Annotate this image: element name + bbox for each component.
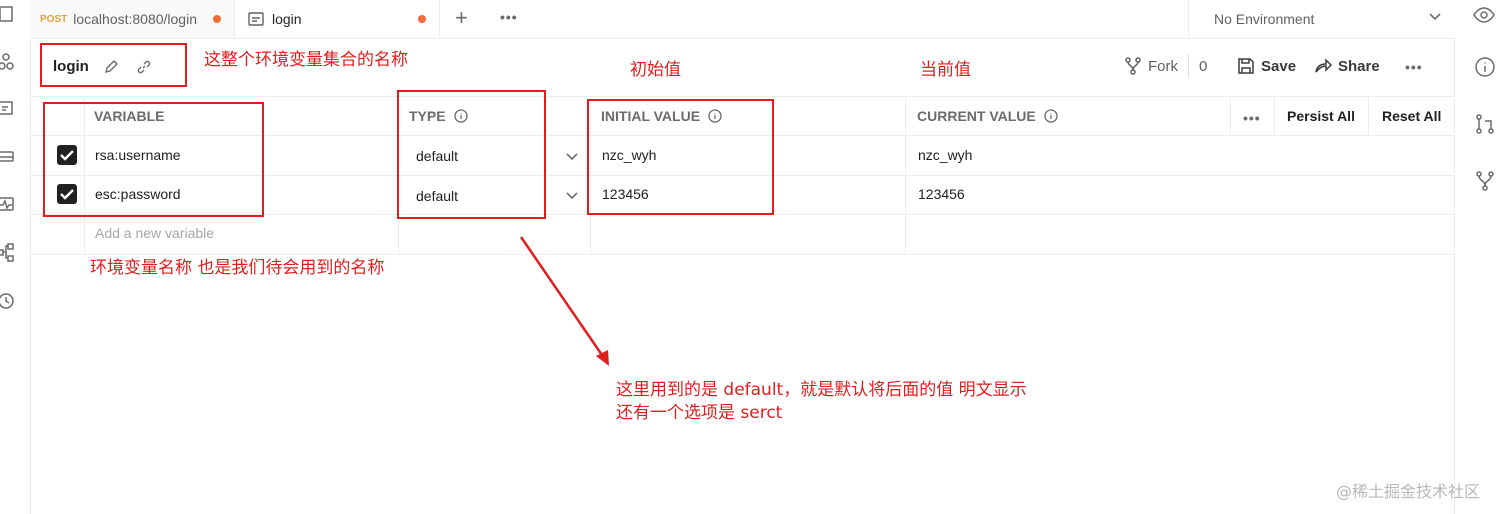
annotation-arrow — [519, 236, 609, 366]
watermark: @稀土掘金技术社区 — [1336, 482, 1481, 501]
